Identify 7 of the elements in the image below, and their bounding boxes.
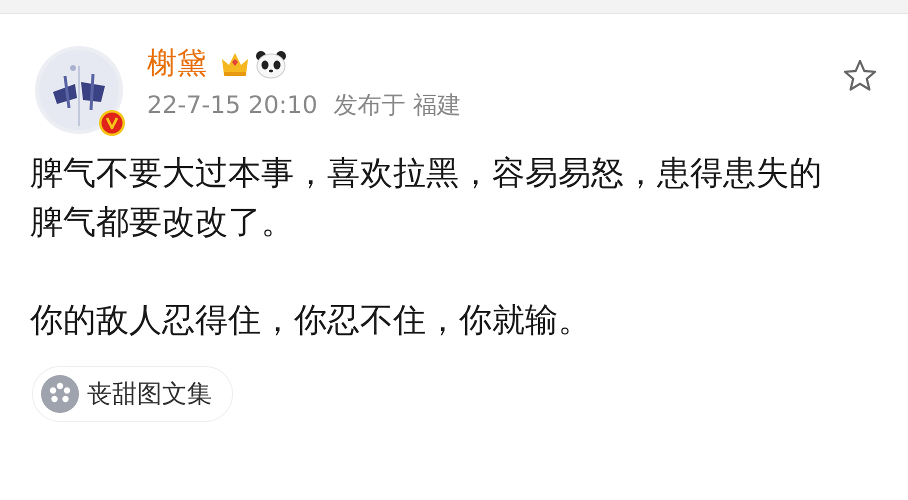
topic-chip[interactable]: 丧甜图文集 bbox=[32, 366, 233, 422]
panda-icon bbox=[255, 49, 287, 79]
flower-icon bbox=[41, 375, 79, 413]
post-paragraph: 脾气不要大过本事，喜欢拉黑，容易易怒，患得患失的脾气都要改改了。 bbox=[30, 152, 823, 243]
post-time: 22-7-15 20:10 bbox=[147, 90, 318, 120]
post-location: 发布于 福建 bbox=[333, 90, 462, 120]
post-paragraph: 你的敌人忍得住，你忍不住，你就输。 bbox=[30, 299, 592, 341]
